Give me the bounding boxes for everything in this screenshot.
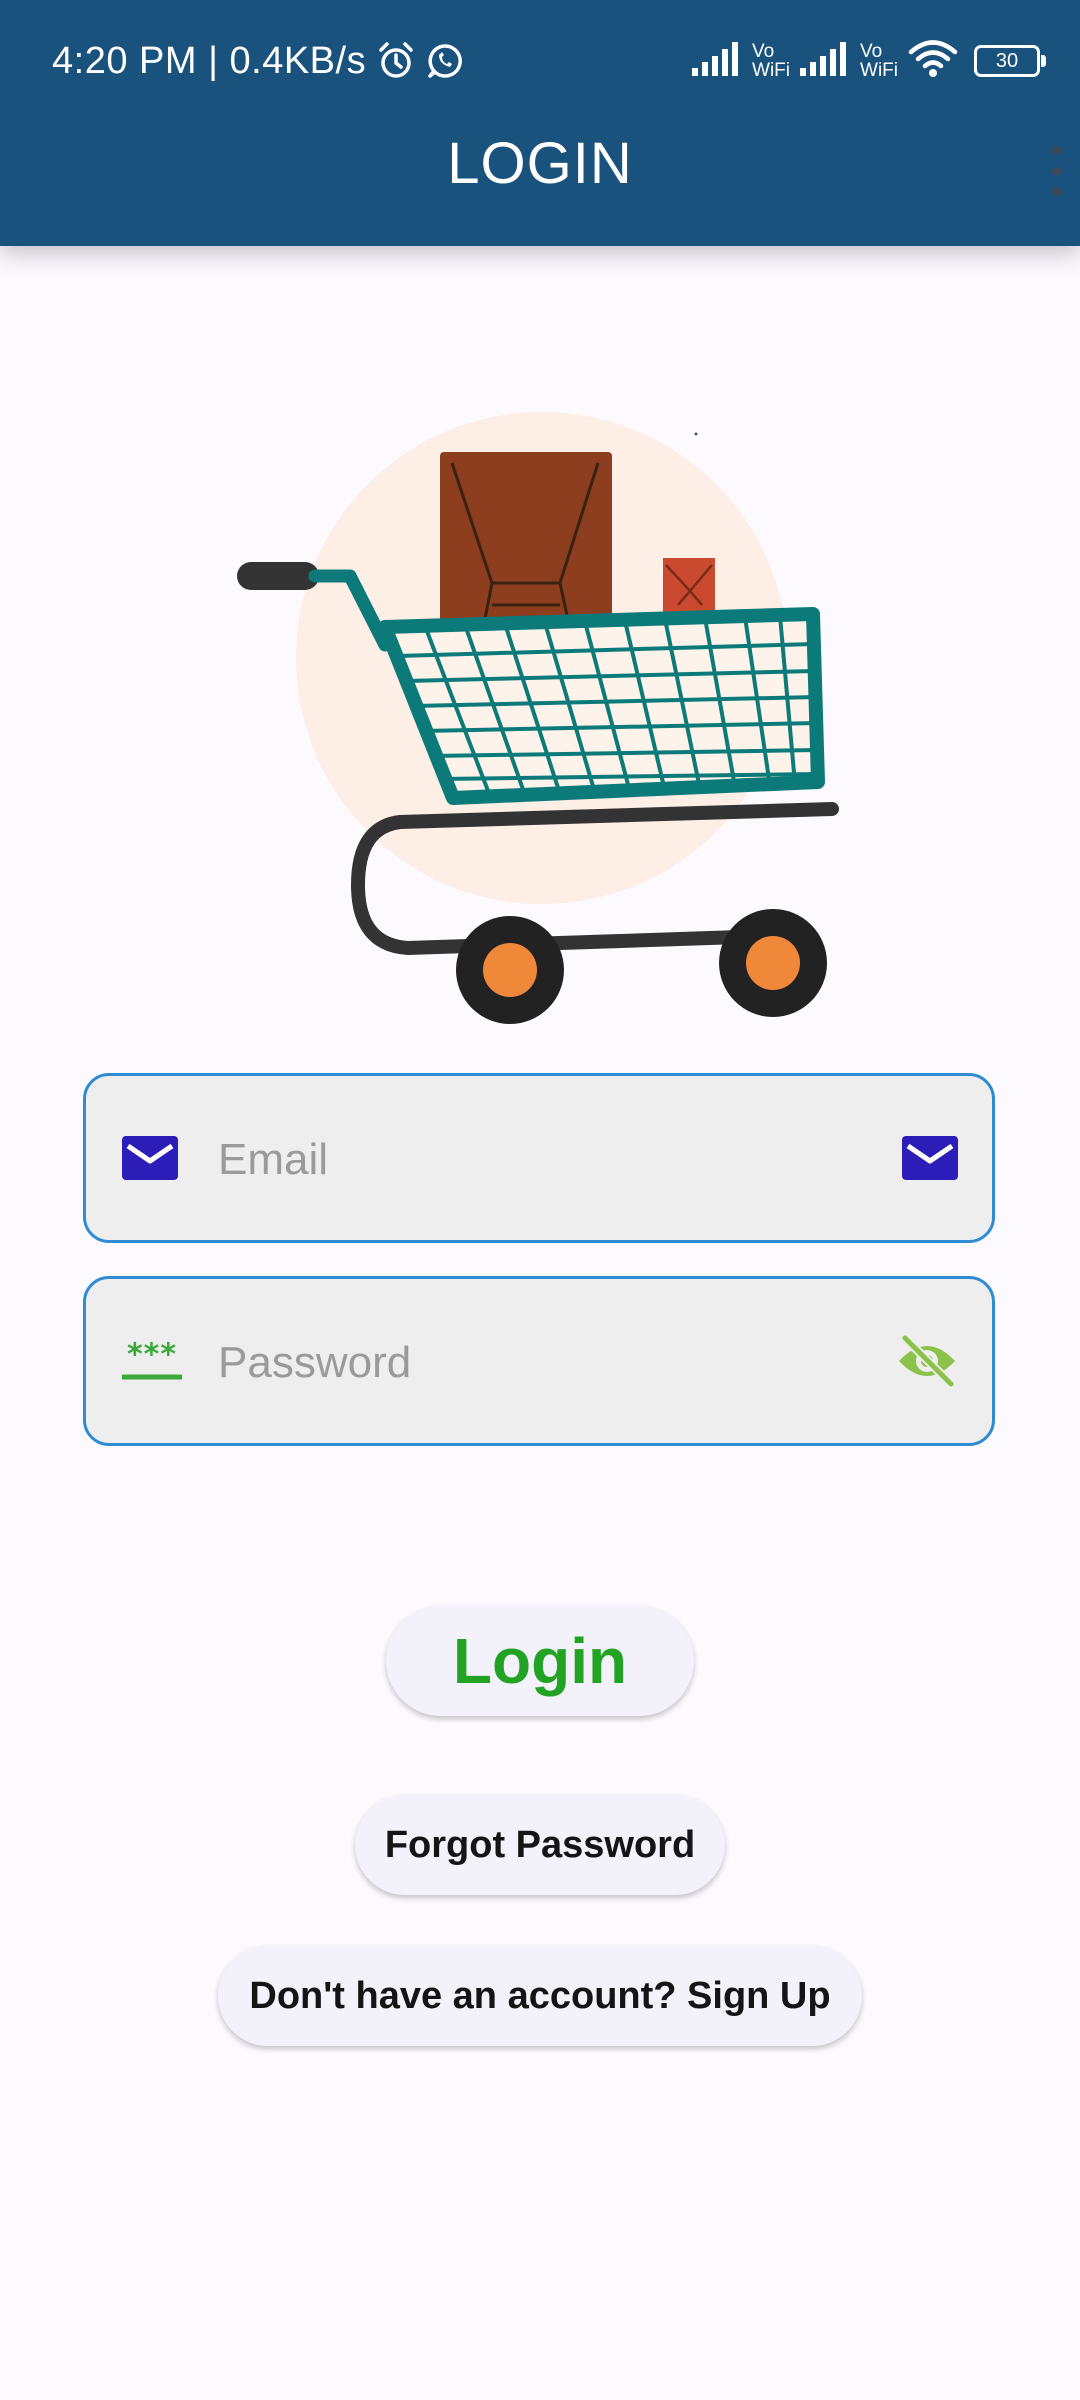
email-input[interactable] [216, 1116, 872, 1204]
status-left: 4:20 PM | 0.4KB/s [52, 36, 464, 86]
vowifi-label-2: Vo WiFi [860, 41, 898, 81]
status-right: Vo WiFi Vo WiFi 30 [692, 36, 1046, 86]
email-trailing-icon [902, 1136, 958, 1180]
password-icon: *** [122, 1340, 182, 1380]
email-field-container[interactable] [83, 1073, 995, 1243]
alarm-icon [376, 41, 416, 81]
password-icon-glyph: *** [122, 1340, 182, 1380]
signal-icon [692, 41, 742, 81]
password-field-container[interactable]: *** [83, 1276, 995, 1446]
overflow-menu-icon[interactable] [1048, 146, 1064, 196]
forgot-password-button[interactable]: Forgot Password [355, 1795, 725, 1895]
whatsapp-icon [426, 42, 464, 80]
visibility-off-icon[interactable] [896, 1335, 958, 1387]
login-button[interactable]: Login [386, 1606, 694, 1716]
password-input[interactable] [216, 1319, 872, 1407]
signal-icon-2 [800, 41, 850, 81]
status-time: 4:20 PM | 0.4KB/s [52, 39, 367, 82]
email-icon [122, 1136, 178, 1180]
page-title: LOGIN [447, 131, 633, 196]
status-bar: 4:20 PM | 0.4KB/s Vo WiFi Vo WiFi 30 [0, 0, 1080, 120]
shopping-cart-illustration [220, 395, 860, 1035]
signup-button[interactable]: Don't have an account? Sign Up [218, 1946, 862, 2046]
battery-icon: 30 [974, 45, 1046, 77]
wifi-icon [908, 39, 958, 84]
vowifi-label-1: Vo WiFi [752, 41, 791, 81]
app-bar: 4:20 PM | 0.4KB/s Vo WiFi Vo WiFi 30 LOG… [0, 0, 1080, 246]
